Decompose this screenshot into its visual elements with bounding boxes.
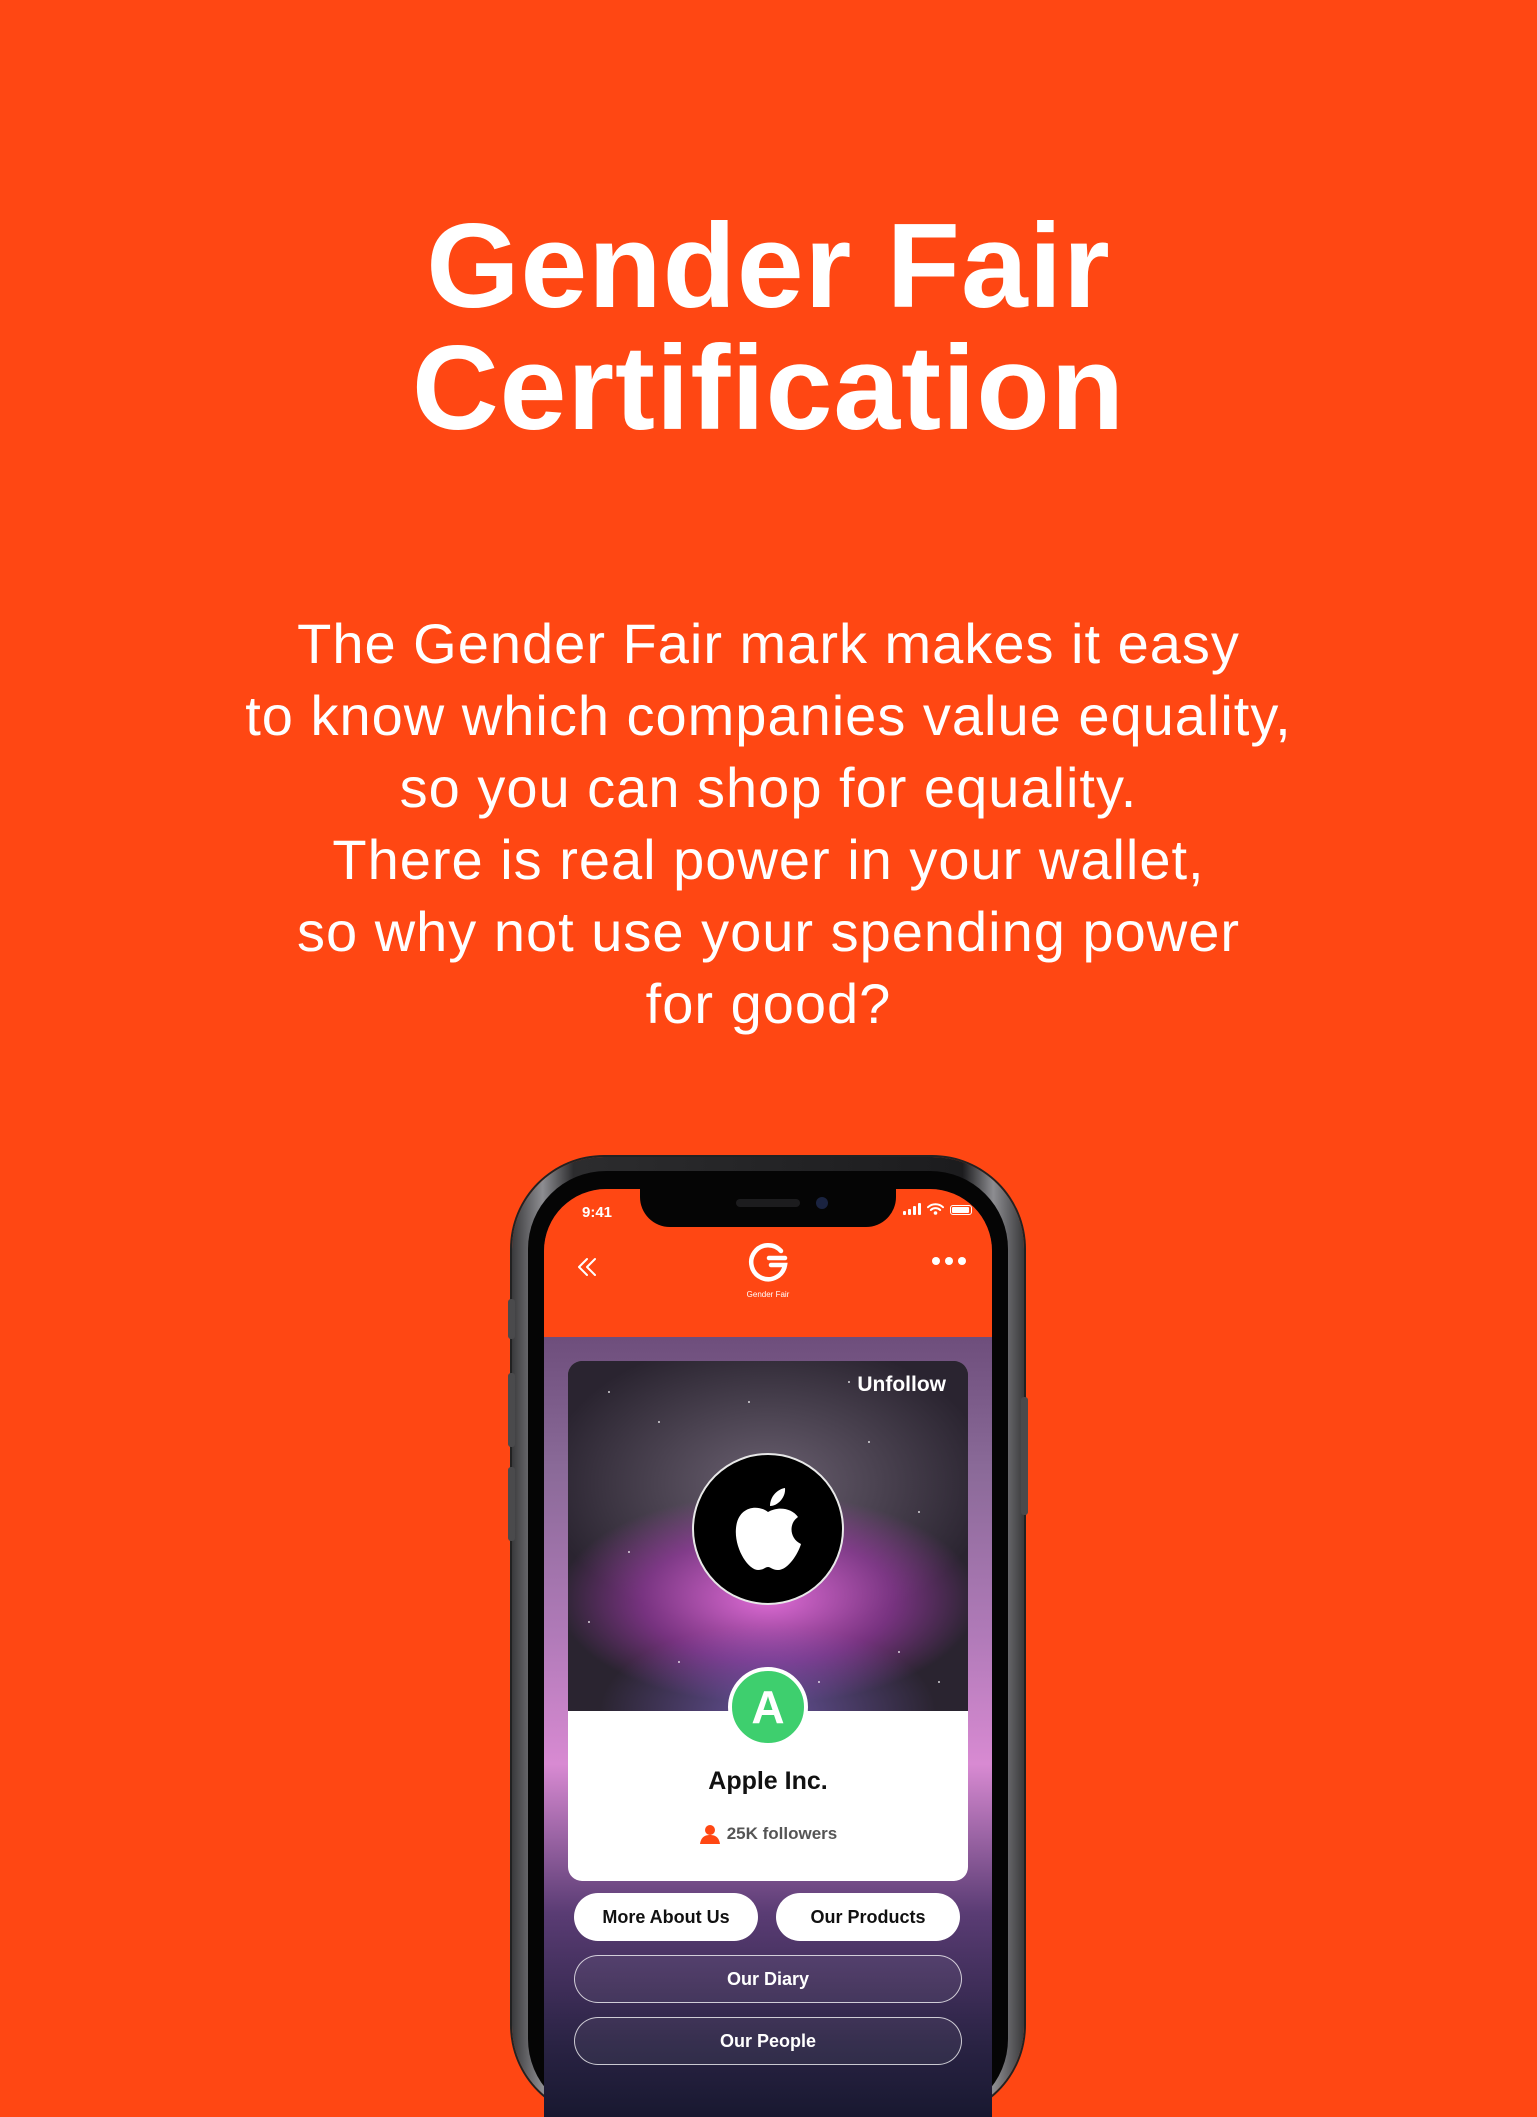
tagline-line: to know which companies value equality, <box>245 684 1292 747</box>
gender-fair-logo-icon <box>748 1242 788 1282</box>
phone-notch <box>640 1189 896 1227</box>
status-time: 9:41 <box>582 1204 613 1221</box>
our-products-button[interactable]: Our Products <box>776 1893 960 1941</box>
logo-text: Gender Fair <box>746 1290 790 1299</box>
tagline-line: so you can shop for equality. <box>399 756 1138 819</box>
followers-count: 25K followers <box>568 1823 968 1845</box>
followers-label: 25K followers <box>726 1824 838 1843</box>
battery-icon <box>950 1205 972 1215</box>
power-button <box>1021 1397 1028 1515</box>
speaker-grille <box>736 1199 800 1207</box>
apple-logo-icon <box>735 1488 801 1570</box>
phone-screen: 9:41 Gender Fair Unfollow A Apple Inc. 2… <box>544 1189 992 2117</box>
more-about-us-button[interactable]: More About Us <box>574 1893 758 1941</box>
tagline-line: The Gender Fair mark makes it easy <box>297 612 1240 675</box>
front-camera <box>816 1197 828 1209</box>
mute-switch <box>508 1299 515 1339</box>
headline-line-1: Gender Fair <box>426 199 1111 333</box>
our-people-button[interactable]: Our People <box>574 2017 962 2065</box>
headline-line-2: Certification <box>411 321 1126 455</box>
company-name: Apple Inc. <box>708 1767 828 1795</box>
tagline: The Gender Fair mark makes it easy to kn… <box>0 608 1537 1040</box>
volume-up-button <box>508 1373 515 1447</box>
signal-icon <box>903 1203 921 1215</box>
volume-down-button <box>508 1467 515 1541</box>
tagline-line: for good? <box>645 972 892 1035</box>
tagline-line: so why not use your spending power <box>297 900 1240 963</box>
status-icons <box>903 1203 972 1215</box>
more-icon[interactable] <box>932 1257 966 1265</box>
company-logo <box>692 1453 844 1605</box>
back-chevron-icon[interactable] <box>574 1253 602 1281</box>
person-icon <box>699 1825 720 1844</box>
page-headline: Gender Fair Certification <box>0 205 1537 449</box>
unfollow-button[interactable]: Unfollow <box>857 1373 946 1397</box>
tagline-line: There is real power in your wallet, <box>332 828 1205 891</box>
company-card: Unfollow A Apple Inc. 25K followers <box>568 1361 968 1881</box>
phone-mockup: 9:41 Gender Fair Unfollow A Apple Inc. 2… <box>508 1157 1028 2117</box>
our-diary-button[interactable]: Our Diary <box>574 1955 962 2003</box>
grade-badge: A <box>728 1667 808 1747</box>
gender-fair-logo: Gender Fair <box>742 1241 794 1299</box>
wifi-icon <box>927 1203 944 1215</box>
